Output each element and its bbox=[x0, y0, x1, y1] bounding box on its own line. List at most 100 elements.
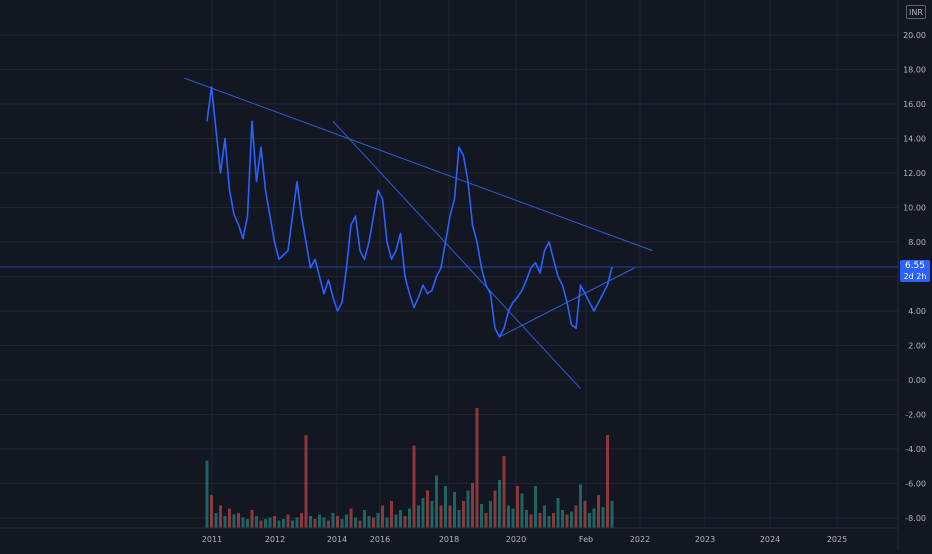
volume-bar bbox=[466, 490, 470, 528]
volume-bar bbox=[376, 513, 380, 528]
y-tick-label: 20.00 bbox=[903, 31, 926, 40]
volume-bar bbox=[507, 505, 510, 528]
volume-bar bbox=[246, 519, 249, 528]
volume-bar bbox=[493, 490, 497, 528]
volume-bar bbox=[255, 516, 258, 528]
volume-bar bbox=[601, 507, 605, 528]
volume-bar bbox=[408, 508, 411, 528]
volume-bar bbox=[210, 495, 213, 528]
volume-bar bbox=[417, 505, 420, 528]
volume-bar bbox=[363, 510, 366, 528]
y-tick-label: 8.00 bbox=[908, 238, 926, 247]
volume-bar bbox=[385, 517, 389, 528]
x-tick-label: 2025 bbox=[827, 535, 847, 544]
volume-bar bbox=[570, 511, 573, 528]
y-tick-label: -8.00 bbox=[905, 514, 926, 523]
volume-bar bbox=[606, 435, 609, 528]
volume-bar bbox=[367, 516, 371, 528]
volume-bar bbox=[349, 508, 353, 528]
volume-bar bbox=[259, 520, 263, 528]
currency-badge[interactable]: INR bbox=[906, 5, 926, 19]
volume-bar bbox=[471, 483, 474, 528]
volume-bar bbox=[538, 513, 542, 528]
y-tick-label: 10.00 bbox=[903, 204, 926, 213]
y-tick-label: 2.00 bbox=[908, 342, 926, 351]
volume-bar bbox=[268, 517, 272, 528]
y-tick-label: -2.00 bbox=[905, 411, 926, 420]
volume-bar bbox=[489, 501, 492, 528]
price-line bbox=[206, 86, 613, 338]
volume-bars bbox=[205, 408, 614, 528]
last-price-tag: 6.55 2d 2h bbox=[900, 260, 930, 282]
volume-bar bbox=[322, 517, 326, 528]
volume-bar bbox=[205, 460, 209, 528]
volume-bar bbox=[610, 501, 614, 528]
y-tick-label: 14.00 bbox=[903, 135, 926, 144]
volume-bar bbox=[309, 516, 312, 528]
volume-bar bbox=[232, 514, 236, 528]
volume-bar bbox=[534, 486, 537, 528]
volume-bar bbox=[457, 510, 461, 528]
chart-area[interactable]: 20.0018.0016.0014.0012.0010.008.006.004.… bbox=[0, 0, 932, 550]
volume-bar bbox=[237, 513, 240, 528]
price-chart[interactable]: 20.0018.0016.0014.0012.0010.008.006.004.… bbox=[0, 0, 932, 550]
volume-bar bbox=[435, 475, 438, 528]
volume-bar bbox=[403, 516, 407, 528]
volume-bar bbox=[439, 505, 443, 528]
volume-bar bbox=[475, 408, 479, 528]
countdown-label: 2d 2h bbox=[903, 272, 927, 281]
volume-bar bbox=[358, 520, 362, 528]
volume-bar bbox=[340, 519, 344, 528]
y-tick-label: -6.00 bbox=[905, 480, 926, 489]
volume-bar bbox=[354, 517, 357, 528]
volume-bar bbox=[304, 435, 308, 528]
volume-bar bbox=[462, 501, 465, 528]
volume-bar bbox=[592, 508, 596, 528]
volume-bar bbox=[552, 513, 555, 528]
volume-bar bbox=[313, 519, 317, 528]
volume-bar bbox=[511, 508, 515, 528]
x-tick-label: 2020 bbox=[506, 535, 526, 544]
volume-bar bbox=[547, 516, 551, 528]
volume-bar bbox=[228, 508, 231, 528]
volume-bar bbox=[448, 505, 452, 528]
volume-bar bbox=[331, 513, 335, 528]
grid bbox=[0, 0, 898, 528]
price-series bbox=[206, 86, 613, 338]
volume-bar bbox=[574, 505, 578, 528]
volume-bar bbox=[498, 480, 501, 528]
last-price-label: 6.55 bbox=[904, 261, 926, 271]
volume-bar bbox=[579, 484, 582, 528]
volume-bar bbox=[250, 510, 254, 528]
x-tick-label: 2014 bbox=[327, 535, 347, 544]
volume-bar bbox=[273, 516, 276, 528]
x-tick-label: 2024 bbox=[760, 535, 780, 544]
volume-bar bbox=[345, 514, 348, 528]
x-tick-label: 2023 bbox=[695, 535, 715, 544]
volume-bar bbox=[336, 516, 339, 528]
volume-bar bbox=[502, 456, 506, 528]
volume-bar bbox=[286, 514, 290, 528]
volume-bar bbox=[282, 519, 285, 528]
volume-bar bbox=[277, 520, 281, 528]
y-tick-label: 12.00 bbox=[903, 169, 926, 178]
volume-bar bbox=[399, 510, 402, 528]
volume-bar bbox=[381, 505, 384, 528]
volume-bar bbox=[565, 514, 569, 528]
volume-bar bbox=[525, 510, 528, 528]
x-tick-label: 2012 bbox=[265, 535, 285, 544]
volume-bar bbox=[430, 501, 434, 528]
volume-bar bbox=[561, 510, 564, 528]
volume-bar bbox=[516, 486, 519, 528]
volume-bar bbox=[318, 514, 321, 528]
volume-bar bbox=[444, 486, 447, 528]
x-tick-label: 2022 bbox=[630, 535, 650, 544]
volume-bar bbox=[214, 513, 218, 528]
volume-bar bbox=[421, 498, 425, 528]
volume-bar bbox=[529, 514, 533, 528]
x-tick-label: 2016 bbox=[370, 535, 390, 544]
y-tick-label: 0.00 bbox=[908, 376, 926, 385]
volume-bar bbox=[291, 520, 294, 528]
volume-bar bbox=[426, 490, 429, 528]
volume-bar bbox=[588, 513, 591, 528]
